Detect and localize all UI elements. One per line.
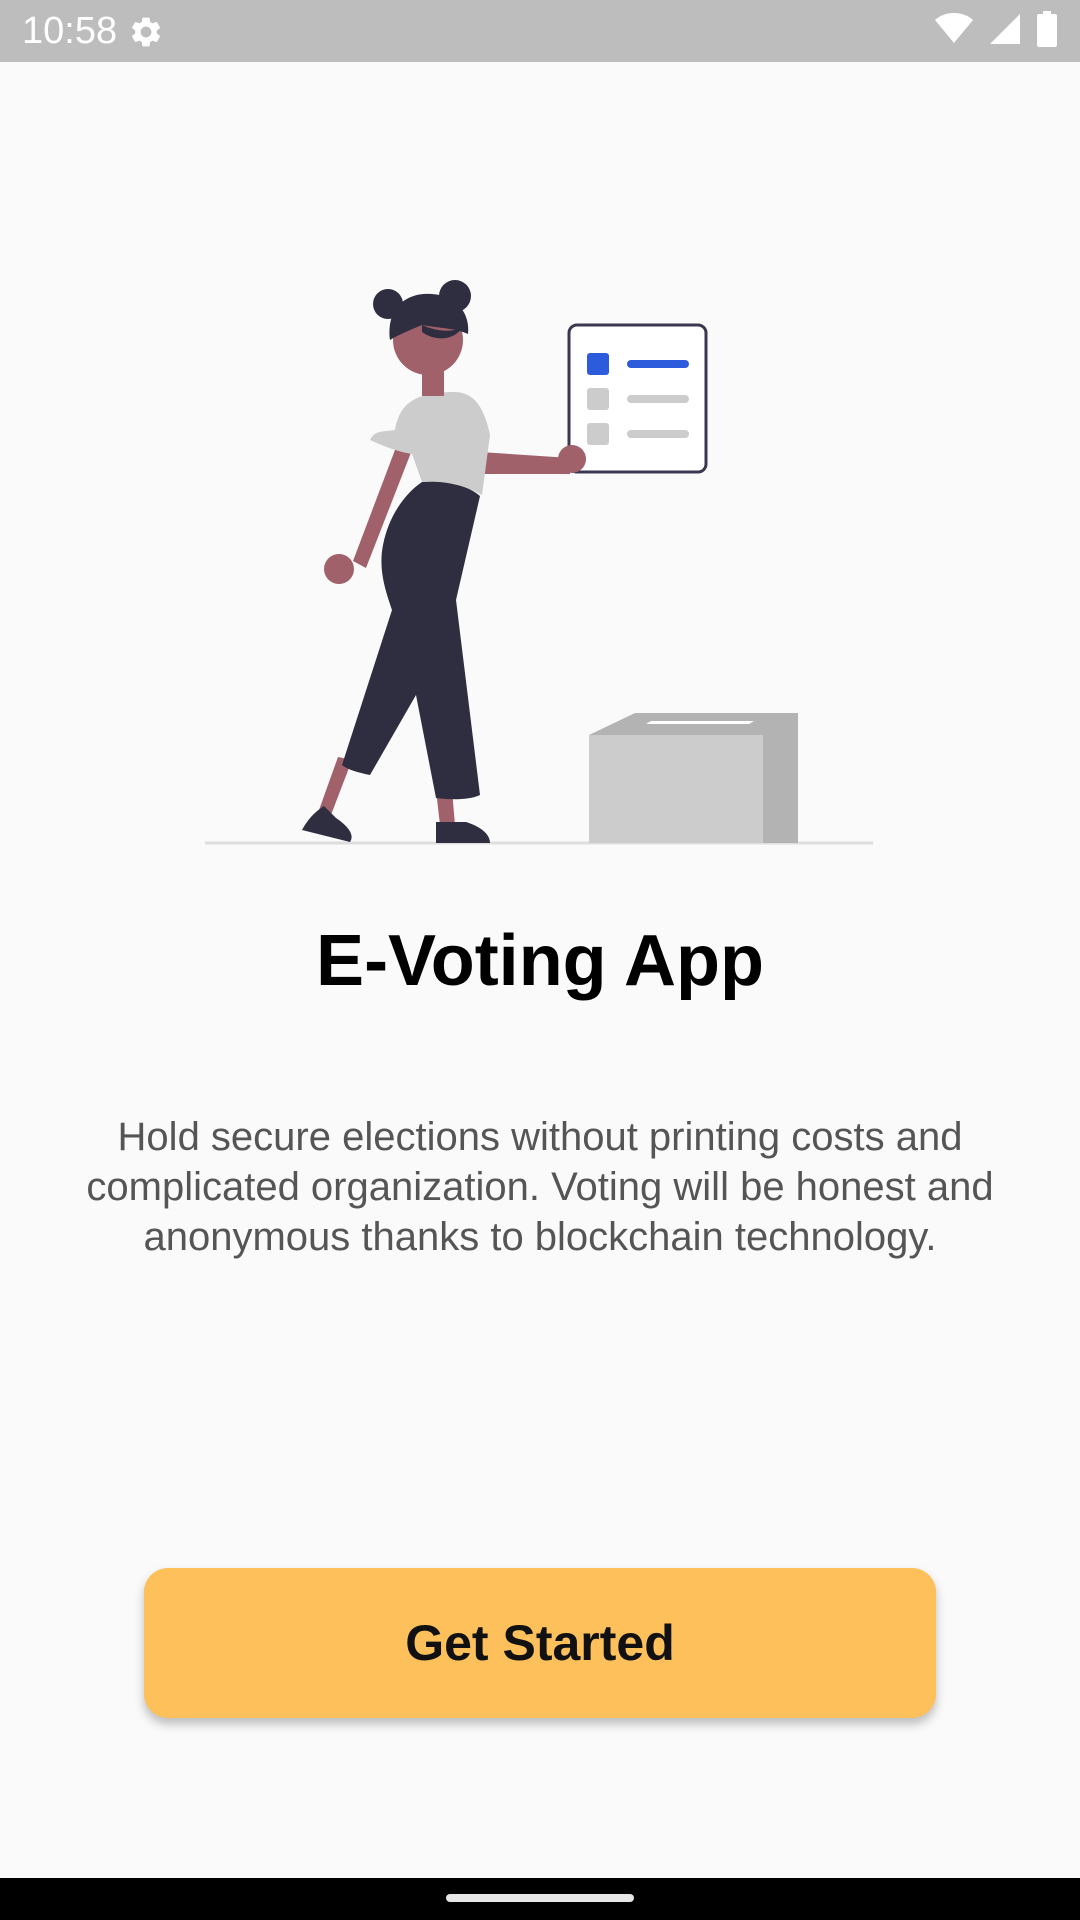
status-bar: 10:58 (0, 0, 1080, 62)
woman-figure (302, 280, 586, 843)
status-time: 10:58 (22, 10, 118, 52)
battery-icon (1036, 10, 1058, 52)
home-indicator[interactable] (446, 1894, 634, 1902)
page-title: E-Voting App (316, 921, 764, 1001)
system-navigation-bar (0, 1878, 1080, 1920)
checklist-card-icon (567, 323, 708, 474)
ballot-box-icon (589, 713, 798, 843)
app-description: Hold secure elections without printing c… (86, 1115, 994, 1259)
settings-gear-icon (128, 14, 164, 50)
welcome-screen: 10:58 E-Voting App Hold secure elections… (0, 0, 1080, 1920)
woman-voting-illustration (200, 270, 880, 850)
cellular-signal-icon (988, 13, 1022, 50)
get-started-button[interactable]: Get Started (144, 1568, 936, 1718)
status-icons (934, 10, 1058, 52)
wifi-icon (934, 12, 974, 50)
